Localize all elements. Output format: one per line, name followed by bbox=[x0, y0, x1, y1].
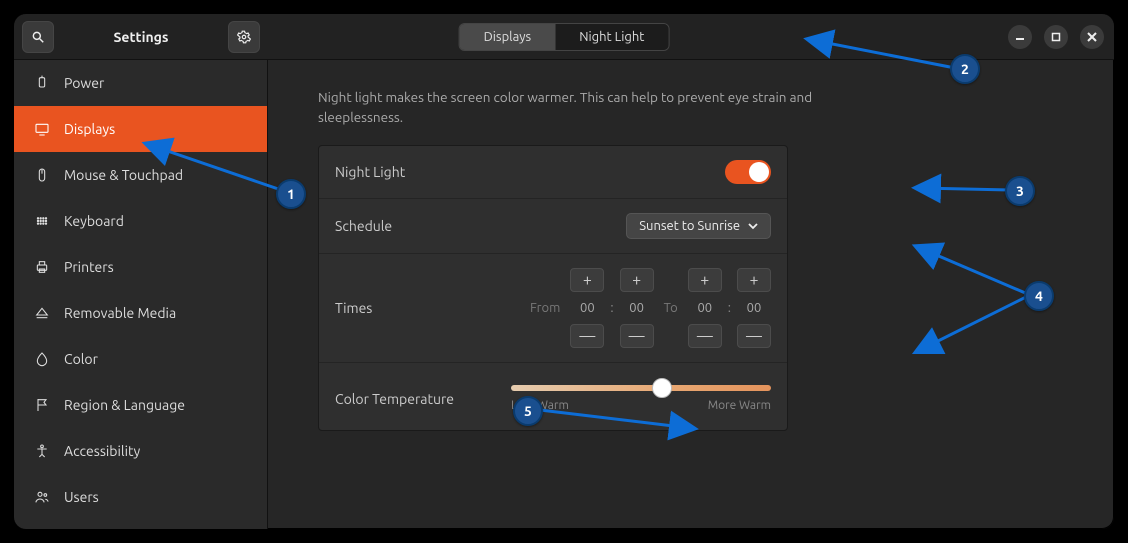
maximize-icon bbox=[1051, 32, 1061, 42]
from-min-down[interactable]: — bbox=[620, 324, 654, 348]
flag-icon bbox=[34, 397, 50, 413]
to-hour-val: 00 bbox=[688, 296, 722, 320]
times-label: Times bbox=[335, 300, 372, 316]
search-button[interactable] bbox=[22, 21, 54, 53]
color-icon bbox=[34, 351, 50, 367]
from-hour-stepper: + 00 — bbox=[570, 268, 604, 348]
sidebar-item-label: Printers bbox=[64, 259, 114, 275]
power-icon bbox=[34, 75, 50, 91]
sidebar-item-displays[interactable]: Displays bbox=[14, 106, 267, 152]
display-icon bbox=[34, 121, 50, 137]
tab-switcher: Displays Night Light bbox=[459, 23, 670, 51]
from-time-group: + 00 — : + 00 — bbox=[570, 268, 653, 348]
color-temp-row: Color Temperature Less Warm More Warm bbox=[319, 363, 787, 430]
color-temp-slider[interactable] bbox=[511, 385, 771, 391]
tab-displays[interactable]: Displays bbox=[460, 24, 556, 50]
mouse-icon bbox=[34, 167, 50, 183]
window-controls bbox=[1008, 25, 1104, 49]
night-light-toggle[interactable] bbox=[725, 160, 771, 184]
sidebar-item-printers[interactable]: Printers bbox=[14, 244, 267, 290]
sidebar-item-color[interactable]: Color bbox=[14, 336, 267, 382]
titlebar-left: Settings bbox=[14, 21, 268, 53]
schedule-label: Schedule bbox=[335, 218, 392, 234]
slider-more-label: More Warm bbox=[708, 399, 771, 412]
slider-thumb[interactable] bbox=[652, 378, 672, 398]
to-min-stepper: + 00 — bbox=[737, 268, 771, 348]
toggle-knob bbox=[749, 162, 769, 182]
printer-icon bbox=[34, 259, 50, 275]
eject-icon bbox=[34, 305, 50, 321]
sidebar-item-label: Power bbox=[64, 75, 104, 91]
minimize-button[interactable] bbox=[1008, 25, 1032, 49]
sidebar-item-label: Keyboard bbox=[64, 213, 124, 229]
titlebar: Settings Displays Night Light bbox=[14, 14, 1114, 60]
hamburger-menu-button[interactable] bbox=[228, 21, 260, 53]
sidebar-item-accessibility[interactable]: Accessibility bbox=[14, 428, 267, 474]
sidebar-item-users[interactable]: Users bbox=[14, 474, 267, 520]
to-min-down[interactable]: — bbox=[737, 324, 771, 348]
night-light-toggle-row: Night Light bbox=[319, 146, 787, 199]
close-icon bbox=[1087, 32, 1097, 42]
time-colon: : bbox=[728, 301, 731, 315]
to-hour-stepper: + 00 — bbox=[688, 268, 722, 348]
from-min-stepper: + 00 — bbox=[620, 268, 654, 348]
sidebar-item-label: Mouse & Touchpad bbox=[64, 167, 183, 183]
from-label: From bbox=[530, 301, 560, 315]
schedule-dropdown[interactable]: Sunset to Sunrise bbox=[626, 213, 771, 239]
sidebar: Power Displays Mouse & Touchpad Keyboard… bbox=[14, 60, 268, 529]
accessibility-icon bbox=[34, 443, 50, 459]
sidebar-item-label: Displays bbox=[64, 121, 115, 137]
users-icon bbox=[34, 489, 50, 505]
close-button[interactable] bbox=[1080, 25, 1104, 49]
slider-less-label: Less Warm bbox=[511, 399, 569, 412]
from-hour-val: 00 bbox=[570, 296, 604, 320]
settings-window: Settings Displays Night Light Po bbox=[14, 14, 1114, 529]
to-hour-down[interactable]: — bbox=[688, 324, 722, 348]
main-content: Night light makes the screen color warme… bbox=[268, 60, 1114, 529]
night-light-description: Night light makes the screen color warme… bbox=[318, 88, 858, 127]
sidebar-item-label: Users bbox=[64, 489, 99, 505]
app-title: Settings bbox=[113, 29, 168, 45]
from-hour-down[interactable]: — bbox=[570, 324, 604, 348]
sidebar-item-removable-media[interactable]: Removable Media bbox=[14, 290, 267, 336]
tab-night-light[interactable]: Night Light bbox=[555, 24, 668, 50]
to-hour-up[interactable]: + bbox=[688, 268, 722, 292]
chevron-down-icon bbox=[748, 221, 758, 231]
color-temp-slider-wrap: Less Warm More Warm bbox=[484, 385, 771, 412]
from-min-val: 00 bbox=[620, 296, 654, 320]
slider-labels: Less Warm More Warm bbox=[511, 399, 771, 412]
schedule-selected: Sunset to Sunrise bbox=[639, 219, 740, 233]
from-min-up[interactable]: + bbox=[620, 268, 654, 292]
sidebar-item-label: Color bbox=[64, 351, 98, 367]
night-light-panel: Night Light Schedule Sunset to Sunrise T… bbox=[318, 145, 788, 431]
from-hour-up[interactable]: + bbox=[570, 268, 604, 292]
search-icon bbox=[31, 30, 45, 44]
color-temp-label: Color Temperature bbox=[335, 385, 454, 407]
gear-icon bbox=[237, 30, 251, 44]
sidebar-item-mouse[interactable]: Mouse & Touchpad bbox=[14, 152, 267, 198]
night-light-label: Night Light bbox=[335, 164, 405, 180]
maximize-button[interactable] bbox=[1044, 25, 1068, 49]
to-label: To bbox=[664, 301, 678, 315]
keyboard-icon bbox=[34, 213, 50, 229]
minimize-icon bbox=[1015, 32, 1025, 42]
times-controls: From + 00 — : + 00 — bbox=[530, 268, 771, 348]
to-time-group: + 00 — : + 00 — bbox=[688, 268, 771, 348]
window-body: Power Displays Mouse & Touchpad Keyboard… bbox=[14, 60, 1114, 529]
sidebar-item-region[interactable]: Region & Language bbox=[14, 382, 267, 428]
sidebar-item-label: Accessibility bbox=[64, 443, 140, 459]
sidebar-item-keyboard[interactable]: Keyboard bbox=[14, 198, 267, 244]
sidebar-item-label: Region & Language bbox=[64, 397, 185, 413]
time-colon: : bbox=[610, 301, 613, 315]
sidebar-item-label: Removable Media bbox=[64, 305, 176, 321]
times-row: Times From + 00 — : + 00 bbox=[319, 254, 787, 363]
to-min-val: 00 bbox=[737, 296, 771, 320]
sidebar-item-power[interactable]: Power bbox=[14, 60, 267, 106]
schedule-row: Schedule Sunset to Sunrise bbox=[319, 199, 787, 254]
to-min-up[interactable]: + bbox=[737, 268, 771, 292]
